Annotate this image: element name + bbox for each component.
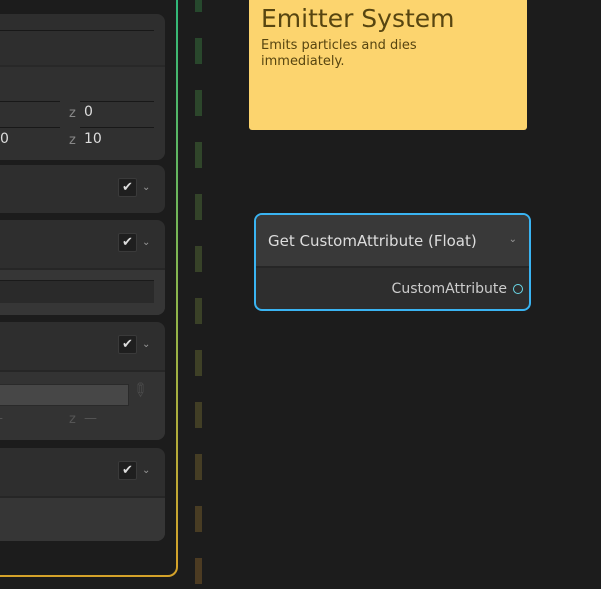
block-4[interactable]: ✔ ⌄ ✎ — z — [0,322,165,440]
z-label: z [69,412,76,427]
node-header[interactable]: Get CustomAttribute (Float) ⌄ [256,215,529,268]
sticky-note-title[interactable]: Emitter System [261,4,455,33]
edge-dash [195,298,202,324]
context-bottom-border [0,575,164,577]
edge-dash [195,402,202,428]
edge-dash [195,0,202,12]
output-port-label: CustomAttribute [391,281,507,297]
input-field[interactable] [0,280,154,303]
output-port-connector[interactable] [513,284,523,294]
chevron-down-icon[interactable]: ⌄ [142,237,150,248]
node-title: Get CustomAttribute (Float) [268,232,477,250]
color-field[interactable] [0,384,129,406]
chevron-down-icon[interactable]: ⌄ [142,339,150,350]
chevron-down-icon[interactable]: ⌄ [509,234,517,245]
z-label: z [69,133,76,148]
edge-dash [195,142,202,168]
z-label: z [69,106,76,121]
edge-dash [195,90,202,116]
edge-dash [195,194,202,220]
edge-dash [195,454,202,480]
enable-checkbox[interactable]: ✔ [118,178,137,197]
chevron-down-icon[interactable]: ⌄ [142,465,150,476]
edge-dash [195,38,202,64]
z-field[interactable]: — [84,411,97,426]
block-2[interactable]: ✔ ⌄ [0,165,165,213]
block-5[interactable]: ✔ ⌄ [0,448,165,541]
edge-dash [195,350,202,376]
chevron-down-icon[interactable]: ⌄ [142,182,150,193]
z-field[interactable]: 0 [84,104,93,120]
get-attribute-node[interactable]: Get CustomAttribute (Float) ⌄ CustomAttr… [254,213,531,311]
block-bounds[interactable]: z 0 0 z 10 [0,14,165,160]
enable-checkbox[interactable]: ✔ [118,233,137,252]
enable-checkbox[interactable]: ✔ [118,335,137,354]
edge-dash [195,246,202,272]
context-border [176,0,178,566]
eyedropper-icon[interactable]: ✎ [127,378,153,404]
edge-dash [195,506,202,532]
y-field[interactable]: — [0,411,3,426]
z-field[interactable]: 10 [84,131,102,147]
enable-checkbox[interactable]: ✔ [118,461,137,480]
sticky-note-body[interactable]: Emits particles and dies immediately. [261,38,481,70]
edge-dash [195,558,202,584]
sticky-note[interactable]: Emitter System Emits particles and dies … [249,0,527,130]
block-3[interactable]: ✔ ⌄ [0,220,165,315]
y-field[interactable]: 0 [0,131,9,147]
